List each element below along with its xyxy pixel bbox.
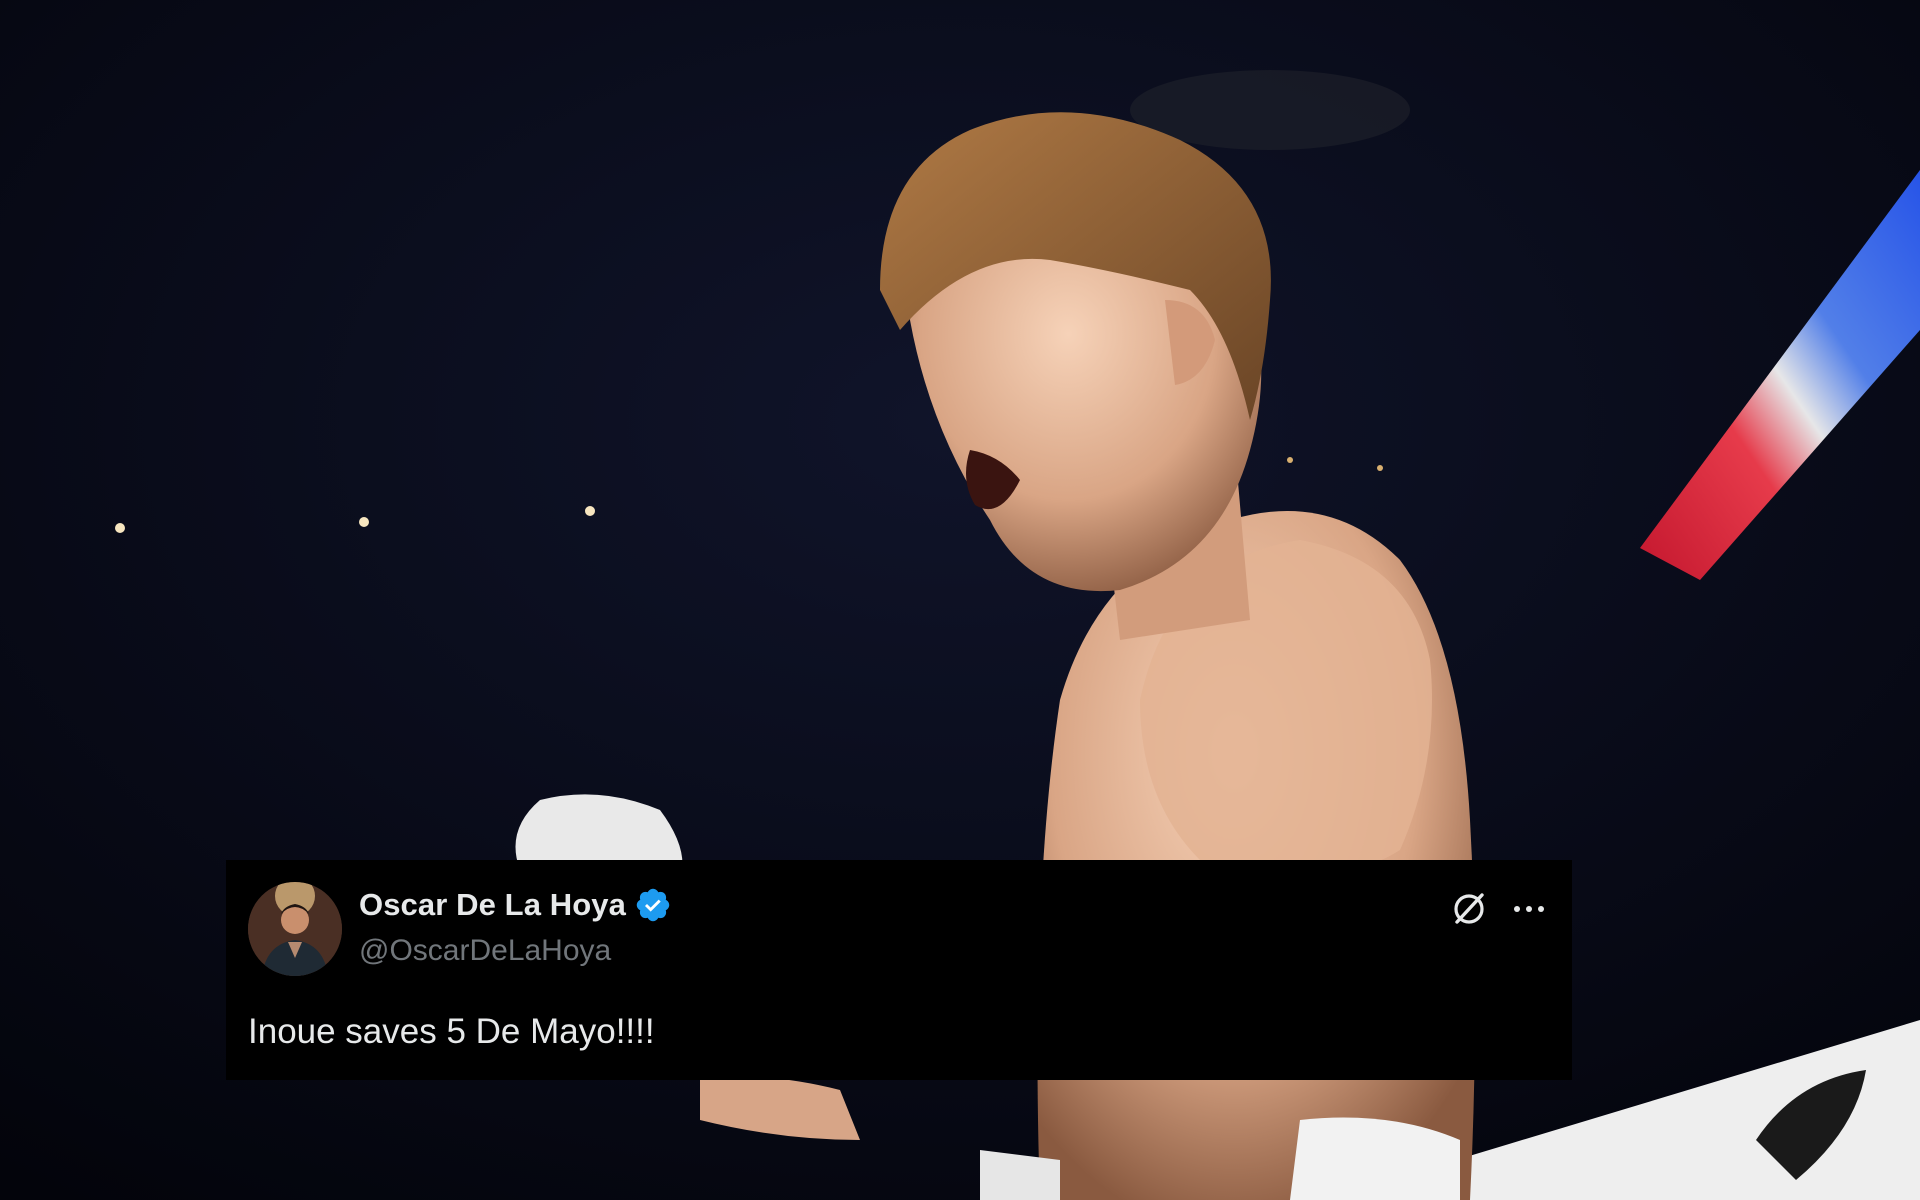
grok-icon	[1454, 893, 1484, 924]
verified-badge-icon	[636, 888, 670, 922]
tweet-card[interactable]: Oscar De La Hoya @OscarDeLaHoya Inoue sa…	[226, 860, 1572, 1080]
screenshot-canvas: Oscar De La Hoya @OscarDeLaHoya Inoue sa…	[0, 0, 1920, 1200]
user-handle[interactable]: @OscarDeLaHoya	[359, 934, 611, 968]
display-name-row: Oscar De La Hoya	[359, 886, 672, 924]
tweet-text: Inoue saves 5 De Mayo!!!!	[248, 1012, 655, 1051]
display-name[interactable]: Oscar De La Hoya	[359, 887, 626, 923]
more-options-button[interactable]	[1506, 886, 1552, 932]
grok-button[interactable]	[1446, 886, 1492, 932]
avatar[interactable]	[248, 882, 342, 976]
more-horizontal-icon	[1514, 906, 1544, 912]
